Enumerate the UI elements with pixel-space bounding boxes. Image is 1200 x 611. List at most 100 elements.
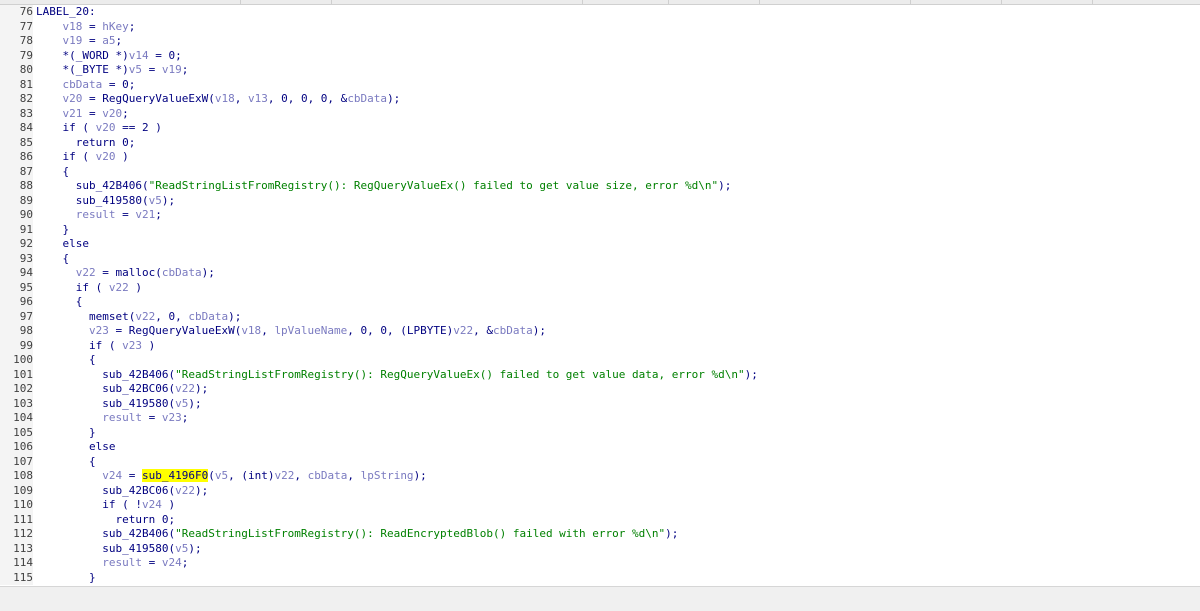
code-token[interactable]: ); [195, 484, 208, 497]
code-line[interactable]: 81 cbData = 0; [0, 77, 1200, 93]
code-token[interactable]: sub_42B406( [36, 179, 149, 192]
code-text[interactable]: { [36, 252, 69, 267]
code-text[interactable]: if ( !v24 ) [36, 498, 175, 513]
code-token[interactable]: v19 [162, 63, 182, 76]
code-token[interactable]: else [36, 440, 116, 453]
code-token[interactable]: = RegQueryValueExW( [109, 324, 241, 337]
code-text[interactable]: if ( v20 == 2 ) [36, 121, 161, 136]
code-token[interactable] [36, 469, 102, 482]
code-token[interactable]: v22 [135, 310, 155, 323]
code-text[interactable]: v19 = a5; [36, 34, 123, 49]
code-token[interactable]: lpString [361, 469, 414, 482]
code-line[interactable]: 91 } [0, 222, 1200, 237]
highlighted-token[interactable]: sub_4196F0 [141, 469, 209, 482]
code-token[interactable]: cbData [347, 92, 387, 105]
code-token[interactable]: if ( [36, 281, 109, 294]
code-token[interactable]: v14 [129, 49, 149, 62]
tab-segment[interactable] [911, 0, 1002, 4]
code-token[interactable]: = [82, 20, 102, 33]
tab-segment[interactable] [0, 0, 241, 4]
tab-segment[interactable] [241, 0, 332, 4]
code-token[interactable]: *(_BYTE *) [36, 63, 128, 76]
code-token[interactable]: } [36, 571, 96, 584]
code-line[interactable]: 80 *(_BYTE *)v5 = v19; [0, 63, 1200, 78]
code-line[interactable]: 102 sub_42BC06(v22); [0, 382, 1200, 397]
code-token[interactable]: { [36, 353, 96, 366]
code-token[interactable]: cbData [162, 266, 202, 279]
code-text[interactable]: } [36, 426, 96, 441]
code-text[interactable]: v21 = v20; [36, 107, 129, 122]
code-text[interactable]: *(_BYTE *)v5 = v19; [36, 63, 188, 78]
code-token[interactable]: ) [162, 498, 175, 511]
code-token[interactable]: ); [665, 527, 678, 540]
code-text[interactable]: *(_WORD *)v14 = 0; [36, 49, 181, 64]
code-token[interactable]: ); [162, 194, 175, 207]
code-token[interactable]: sub_42B406( [36, 527, 175, 540]
code-token[interactable]: return 0; [36, 513, 175, 526]
code-token[interactable]: { [36, 165, 69, 178]
code-token[interactable]: v20 [96, 121, 116, 134]
code-line[interactable]: 105 } [0, 425, 1200, 441]
code-token[interactable]: v21 [135, 208, 155, 221]
code-text[interactable]: sub_42B406("ReadStringListFromRegistry()… [36, 527, 678, 542]
code-token[interactable]: cbData [493, 324, 533, 337]
code-token[interactable]: if ( [36, 121, 96, 134]
code-line[interactable]: 90 result = v21; [0, 208, 1200, 223]
code-text[interactable]: return 0; [36, 513, 175, 528]
code-text[interactable]: cbData = 0; [36, 78, 136, 93]
code-line[interactable]: 98 v23 = RegQueryValueExW(v18, lpValueNa… [0, 324, 1200, 339]
code-token[interactable]: ) [129, 281, 142, 294]
code-token[interactable]: return 0; [36, 136, 136, 149]
code-token[interactable]: v13 [248, 92, 268, 105]
code-token[interactable] [36, 107, 63, 120]
code-token[interactable]: v19 [63, 34, 83, 47]
code-line[interactable]: 86 if ( v20 ) [0, 150, 1200, 165]
code-token[interactable]: , [347, 469, 360, 482]
tab-segment[interactable] [1002, 0, 1093, 4]
code-line[interactable]: 112 sub_42B406("ReadStringListFromRegist… [0, 527, 1200, 542]
code-text[interactable]: sub_419580(v5); [36, 194, 175, 209]
tab-segment[interactable] [760, 0, 911, 4]
code-line[interactable]: 110 if ( !v24 ) [0, 498, 1200, 513]
code-line[interactable]: 92 else [0, 237, 1200, 252]
code-text[interactable]: if ( v22 ) [36, 281, 142, 296]
code-token[interactable]: v24 [162, 556, 182, 569]
code-token[interactable]: , [235, 92, 248, 105]
code-line[interactable]: 115 } [0, 570, 1200, 585]
code-token[interactable]: cbData [308, 469, 348, 482]
code-token[interactable]: ); [533, 324, 546, 337]
code-token[interactable]: v22 [453, 324, 473, 337]
code-text[interactable]: result = v24; [36, 556, 188, 571]
code-token[interactable]: v22 [274, 469, 294, 482]
code-token[interactable]: = [122, 469, 142, 482]
code-token[interactable]: , (int) [228, 469, 274, 482]
code-token[interactable]: ); [387, 92, 400, 105]
code-token[interactable]: result [102, 556, 142, 569]
code-token[interactable]: *(_WORD *) [36, 49, 128, 62]
code-line[interactable]: 84 if ( v20 == 2 ) [0, 121, 1200, 136]
code-line[interactable]: 85 return 0; [0, 135, 1200, 151]
code-token[interactable] [36, 411, 102, 424]
code-token[interactable]: ) [142, 339, 156, 352]
code-text[interactable]: sub_419580(v5); [36, 542, 201, 557]
code-token[interactable]: v5 [215, 469, 228, 482]
code-token[interactable]: else [36, 237, 89, 250]
code-token[interactable]: ; [116, 34, 123, 47]
code-token[interactable]: v23 [89, 324, 109, 337]
code-text[interactable]: return 0; [36, 136, 136, 151]
code-token[interactable]: LABEL_20: [36, 5, 96, 18]
code-token[interactable]: v20 [96, 150, 116, 163]
code-line[interactable]: 87 { [0, 164, 1200, 179]
code-token[interactable]: result [102, 411, 142, 424]
code-token[interactable]: ); [202, 266, 215, 279]
code-token[interactable]: v24 [142, 498, 162, 511]
code-text[interactable]: if ( v23 ) [36, 339, 155, 354]
code-token[interactable]: } [36, 223, 69, 236]
code-token[interactable]: , 0, 0, 0, & [268, 92, 347, 105]
code-line[interactable]: 100 { [0, 353, 1200, 368]
code-token[interactable]: "ReadStringListFromRegistry(): RegQueryV… [175, 368, 745, 381]
code-token[interactable] [36, 208, 76, 221]
code-text[interactable]: sub_419580(v5); [36, 397, 201, 412]
code-text[interactable]: sub_42BC06(v22); [36, 484, 208, 499]
code-text[interactable]: sub_42B406("ReadStringListFromRegistry()… [36, 179, 732, 194]
